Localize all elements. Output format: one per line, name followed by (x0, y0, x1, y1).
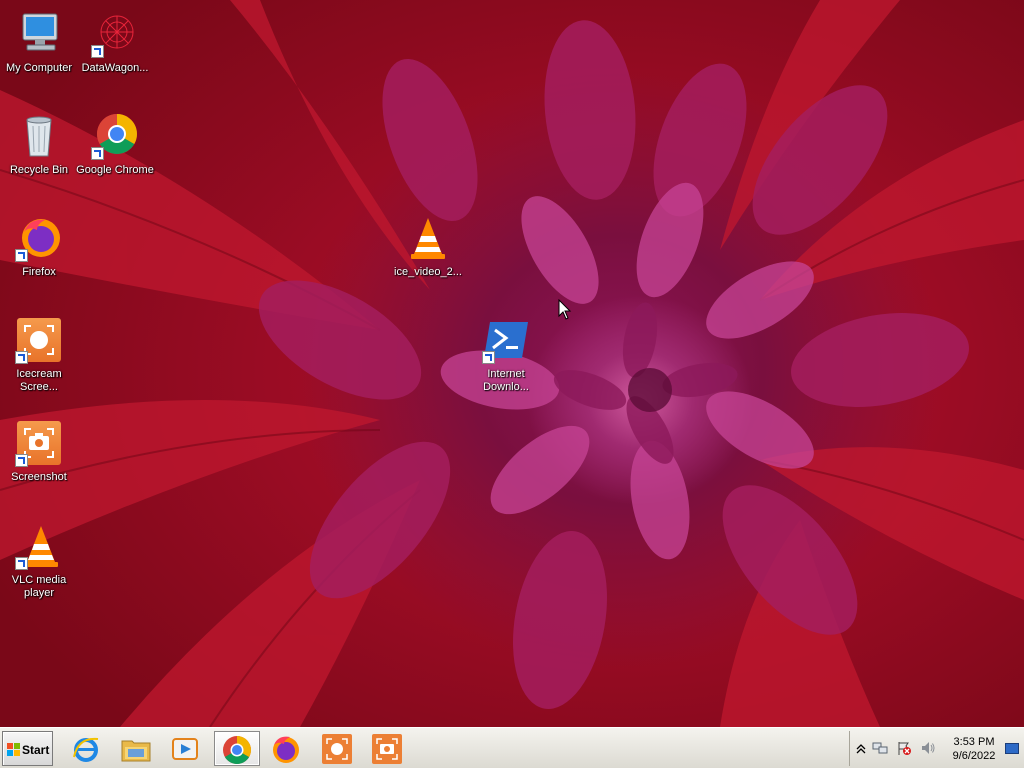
taskbar-google-chrome[interactable] (214, 731, 260, 766)
desktop-icon-internet-download-manager[interactable]: Internet Downlo... (467, 316, 545, 394)
recycle-bin-icon (15, 112, 63, 160)
volume-icon[interactable] (920, 740, 936, 756)
shortcut-arrow-icon (91, 147, 104, 160)
google-chrome-label: Google Chrome (76, 164, 154, 176)
screenshot-label: Screenshot (11, 471, 67, 483)
icecream-recorder-icon (322, 734, 352, 764)
vlc-icon (15, 522, 63, 570)
chrome-icon (223, 736, 251, 764)
internet-download-label: Internet Downlo... (483, 368, 529, 393)
internet-explorer-icon (73, 737, 99, 762)
desktop-icon-my-computer[interactable]: My Computer (0, 10, 78, 75)
desktop-icon-firefox[interactable]: Firefox (0, 214, 78, 279)
shortcut-arrow-icon (15, 557, 28, 570)
shortcut-arrow-icon (15, 351, 28, 364)
my-computer-label: My Computer (5, 62, 73, 74)
shortcut-arrow-icon (15, 454, 28, 467)
vlc-file-icon (404, 214, 452, 262)
datawagon-label: DataWagon... (81, 62, 149, 74)
taskbar-internet-explorer[interactable] (66, 731, 108, 766)
clock-time: 3:53 PM (953, 736, 995, 748)
windows-logo-icon (7, 743, 20, 756)
ice-video-label: ice_video_2... (394, 266, 462, 278)
start-label: Start (22, 743, 50, 757)
windows-media-player-icon (172, 738, 198, 760)
screenshot-tool-icon (372, 734, 402, 764)
desktop-icon-recycle-bin[interactable]: Recycle Bin (0, 112, 78, 177)
desktop-icon-icecream-screen-recorder[interactable]: Icecream Scree... (0, 316, 78, 394)
action-center-flag-icon[interactable] (896, 740, 912, 756)
taskbar: Start 3:53 PM 9/6/2022 (0, 727, 1024, 768)
show-hidden-icons-chevron[interactable] (853, 740, 869, 756)
mouse-cursor-icon (558, 299, 572, 320)
my-computer-icon (15, 10, 63, 58)
powershell-icon (482, 316, 530, 364)
desktop-icon-screenshot[interactable]: Screenshot (0, 419, 78, 484)
chrome-icon (91, 112, 139, 160)
desktop-icon-ice-video[interactable]: ice_video_2... (389, 214, 467, 279)
firefox-icon (273, 736, 299, 763)
start-button[interactable]: Start (2, 731, 53, 766)
taskbar-windows-media-player[interactable] (165, 731, 207, 766)
clock[interactable]: 3:53 PM 9/6/2022 (943, 735, 1005, 763)
firefox-label: Firefox (22, 266, 56, 278)
recycle-bin-label: Recycle Bin (9, 164, 69, 176)
clock-date: 9/6/2022 (952, 750, 996, 762)
taskbar-icecream-recorder[interactable] (317, 731, 359, 766)
shortcut-arrow-icon (482, 351, 495, 364)
show-desktop-button[interactable] (1005, 743, 1019, 754)
taskbar-firefox[interactable] (266, 731, 308, 766)
icecream-label: Icecream Scree... (16, 368, 62, 393)
shortcut-arrow-icon (91, 45, 104, 58)
firefox-icon (15, 214, 63, 262)
icecream-recorder-icon (15, 316, 63, 364)
system-tray: 3:53 PM 9/6/2022 (849, 731, 1022, 766)
datawagon-icon (91, 10, 139, 58)
desktop-icon-datawagon[interactable]: DataWagon... (76, 10, 154, 75)
vlc-label: VLC media player (11, 574, 67, 599)
network-icon[interactable] (872, 740, 888, 756)
taskbar-screenshot-tool[interactable] (367, 731, 409, 766)
desktop-icon-vlc-media-player[interactable]: VLC media player (0, 522, 78, 600)
file-explorer-icon (121, 740, 151, 762)
screenshot-tool-icon (15, 419, 63, 467)
desktop-icon-google-chrome[interactable]: Google Chrome (76, 112, 154, 177)
taskbar-file-explorer[interactable] (116, 731, 158, 766)
shortcut-arrow-icon (15, 249, 28, 262)
